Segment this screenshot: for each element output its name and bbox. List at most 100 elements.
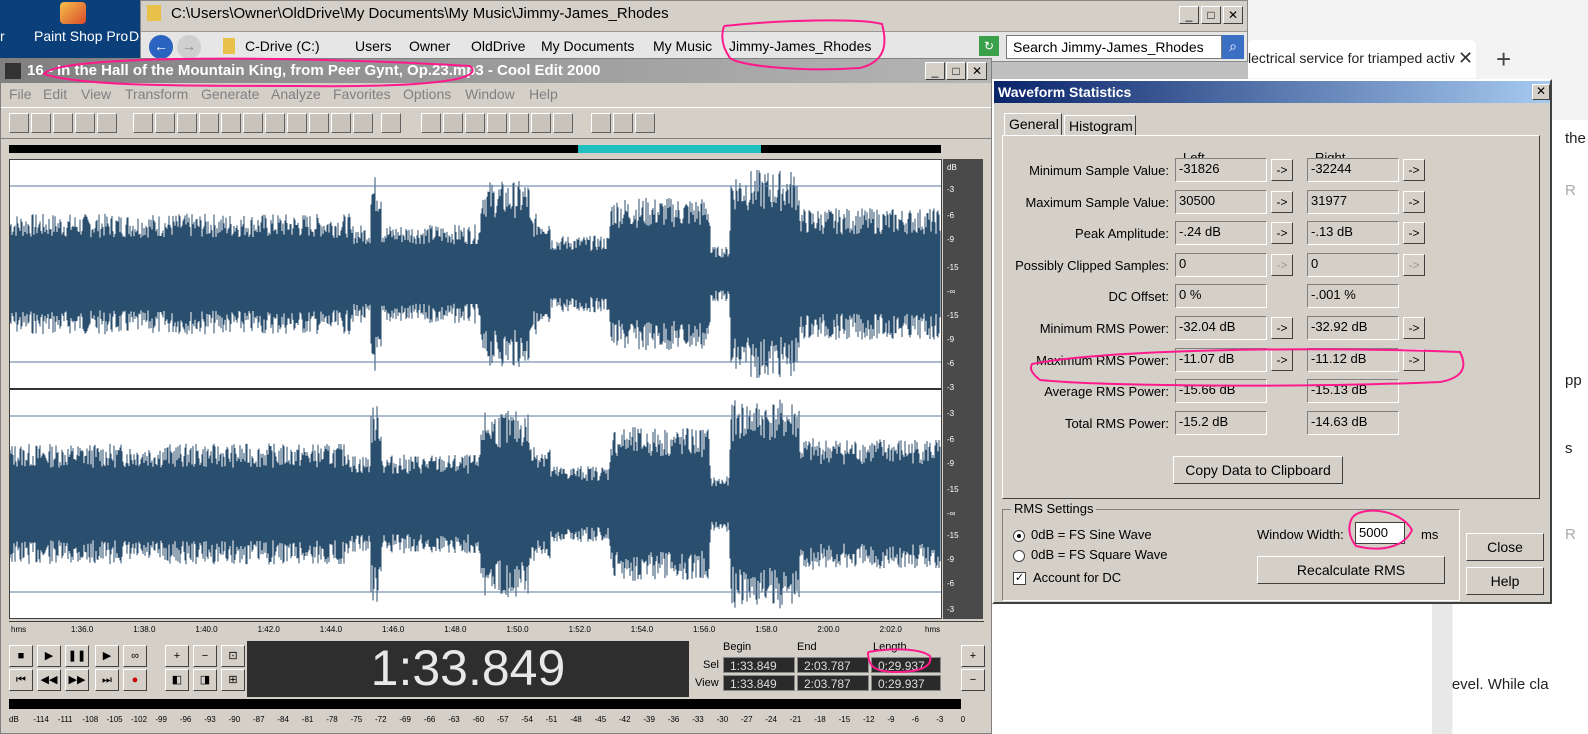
go-to-right-arrow-button[interactable]: -> [1403, 159, 1425, 181]
toolbar-button-12[interactable] [265, 113, 285, 133]
tab-close-icon[interactable]: ✕ [1458, 48, 1473, 69]
go-to-left-arrow-button[interactable]: -> [1271, 317, 1293, 339]
pause-button[interactable]: ❚❚ [65, 645, 89, 667]
toolbar-button-15[interactable] [331, 113, 351, 133]
vertical-zoom-out-icon[interactable]: − [961, 669, 985, 691]
zoom-right-icon[interactable]: ◨ [193, 669, 217, 691]
go-to-right-arrow-button[interactable]: -> [1403, 348, 1425, 371]
menu-analyze[interactable]: Analyze [271, 86, 321, 102]
tab-general[interactable]: General [1004, 113, 1062, 135]
go-to-left-arrow-button[interactable]: -> [1271, 190, 1293, 213]
sine-wave-radio[interactable] [1013, 530, 1025, 542]
toolbar-button-18[interactable] [421, 113, 441, 133]
toolbar-button-26[interactable] [613, 113, 633, 133]
overview-selection[interactable] [578, 145, 761, 153]
toolbar-button-25[interactable] [591, 113, 611, 133]
stop-button[interactable]: ■ [9, 645, 33, 667]
go-to-right-arrow-button[interactable]: -> [1403, 222, 1425, 245]
search-input[interactable]: Search Jimmy-James_Rhodes [1006, 35, 1222, 59]
toolbar-button-23[interactable] [531, 113, 551, 133]
toolbar-button-5[interactable] [97, 113, 117, 133]
menu-view[interactable]: View [81, 86, 111, 102]
tab-histogram[interactable]: Histogram [1064, 115, 1136, 135]
go-to-right-arrow-button[interactable]: -> [1403, 190, 1425, 213]
view-begin-field[interactable]: 1:33.849 [723, 675, 795, 691]
toolbar-button-13[interactable] [287, 113, 307, 133]
address-bar[interactable]: ← → C-Drive (C:) Users Owner OldDrive My… [141, 31, 1247, 61]
desktop-icon-label[interactable]: Paint Shop Pro [34, 28, 128, 44]
browser-tab[interactable]: lectrical service for triamped activ [1248, 40, 1476, 78]
menu-generate[interactable]: Generate [201, 86, 259, 102]
go-to-left-arrow-button[interactable]: -> [1271, 222, 1293, 245]
forward-icon[interactable]: → [177, 35, 201, 59]
play-to-end-button[interactable]: ▶ [95, 645, 119, 667]
close-button[interactable]: ✕ [1223, 6, 1243, 24]
go-to-end-button[interactable]: ⏭ [95, 669, 119, 691]
rewind-button[interactable]: ◀◀ [37, 669, 61, 691]
go-to-left-arrow-button[interactable]: -> [1271, 159, 1293, 181]
breadcrumb-c-drive[interactable]: C-Drive (C:) [245, 38, 320, 54]
zoom-in-icon[interactable]: + [165, 645, 189, 667]
minimize-button[interactable]: _ [925, 62, 945, 80]
toolbar-button-14[interactable] [309, 113, 329, 133]
menu-file[interactable]: File [9, 86, 32, 102]
sel-length-field[interactable]: 0:29.937 [871, 657, 941, 673]
back-icon[interactable]: ← [149, 35, 173, 59]
paint-shop-pro-icon[interactable] [60, 2, 86, 24]
sel-end-field[interactable]: 2:03.787 [797, 657, 869, 673]
recalculate-rms-button[interactable]: Recalculate RMS [1257, 556, 1445, 584]
breadcrumb-users[interactable]: Users [355, 38, 392, 54]
breadcrumb-owner[interactable]: Owner [409, 38, 450, 54]
fast-forward-button[interactable]: ▶▶ [65, 669, 89, 691]
zoom-out-icon[interactable]: − [193, 645, 217, 667]
waveform-display[interactable] [9, 159, 942, 619]
view-end-field[interactable]: 2:03.787 [797, 675, 869, 691]
maximize-button[interactable]: □ [1201, 6, 1221, 24]
close-icon[interactable]: ✕ [1532, 84, 1550, 100]
timeline-ruler[interactable]: hms 1:36.0 1:38.0 1:40.0 1:42.0 1:44.0 1:46.0 1… [9, 621, 984, 637]
refresh-icon[interactable]: ↻ [979, 36, 999, 56]
toolbar-button-3[interactable] [53, 113, 73, 133]
record-button[interactable]: ● [123, 669, 147, 691]
zoom-left-icon[interactable]: ◧ [165, 669, 189, 691]
go-to-start-button[interactable]: ⏮ [9, 669, 33, 691]
toolbar-button-1[interactable] [9, 113, 29, 133]
minimize-button[interactable]: _ [1179, 6, 1199, 24]
go-to-right-arrow-button[interactable]: -> [1403, 253, 1425, 276]
menu-help[interactable]: Help [529, 86, 558, 102]
menu-favorites[interactable]: Favorites [333, 86, 391, 102]
go-to-right-arrow-button[interactable]: -> [1403, 317, 1425, 339]
toolbar-button-8[interactable] [177, 113, 197, 133]
toolbar-button-27[interactable] [635, 113, 655, 133]
loop-button[interactable]: ∞ [123, 645, 147, 667]
new-tab-icon[interactable]: + [1496, 44, 1511, 75]
scrollbar[interactable] [1432, 604, 1452, 734]
toolbar-button-20[interactable] [465, 113, 485, 133]
close-button[interactable]: Close [1466, 533, 1544, 561]
menu-edit[interactable]: Edit [43, 86, 67, 102]
go-to-left-arrow-button[interactable]: -> [1271, 348, 1293, 371]
toolbar-button-22[interactable] [509, 113, 529, 133]
zoom-selection-icon[interactable]: ⊞ [221, 669, 245, 691]
breadcrumb-olddrive[interactable]: OldDrive [471, 38, 525, 54]
zoom-full-icon[interactable]: ⊡ [221, 645, 245, 667]
toolbar-button-9[interactable] [199, 113, 219, 133]
vertical-zoom-in-icon[interactable]: + [961, 645, 985, 667]
copy-to-clipboard-button[interactable]: Copy Data to Clipboard [1173, 456, 1343, 484]
close-button[interactable]: ✕ [967, 62, 987, 80]
play-button[interactable]: ▶ [37, 645, 61, 667]
toolbar-button-11[interactable] [243, 113, 263, 133]
menu-window[interactable]: Window [465, 86, 515, 102]
breadcrumb-artist[interactable]: Jimmy-James_Rhodes [729, 38, 871, 54]
breadcrumb-my-documents[interactable]: My Documents [541, 38, 634, 54]
toolbar-button-2[interactable] [31, 113, 51, 133]
account-for-dc-checkbox[interactable]: ✓ [1013, 572, 1026, 585]
help-button[interactable]: Help [1466, 567, 1544, 595]
toolbar-button-6[interactable] [133, 113, 153, 133]
toolbar-button-21[interactable] [487, 113, 507, 133]
maximize-button[interactable]: □ [946, 62, 966, 80]
square-wave-radio[interactable] [1013, 550, 1025, 562]
search-icon[interactable]: ⌕ [1222, 35, 1244, 59]
toolbar-button-24[interactable] [553, 113, 573, 133]
toolbar-button-4[interactable] [75, 113, 95, 133]
